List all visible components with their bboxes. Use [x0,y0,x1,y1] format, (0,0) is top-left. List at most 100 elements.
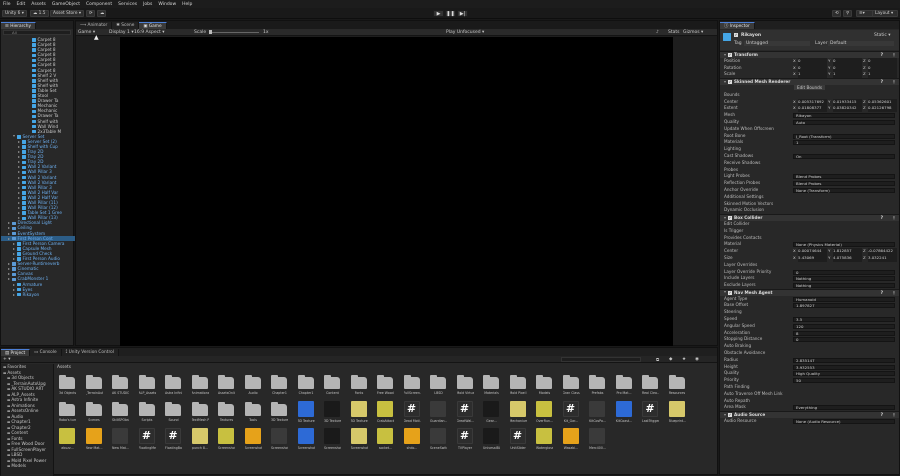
menu-file[interactable]: File [3,2,11,7]
y-value-field[interactable]: 0 [833,64,862,72]
asset-tile[interactable]: Gear... [483,401,500,423]
enabled-checkbox[interactable]: ✓ [728,216,732,221]
scale-slider[interactable] [209,30,259,34]
asset-tile[interactable]: # FloatingBa... [165,428,182,450]
expand-arrow-icon[interactable] [8,237,10,240]
expand-arrow-icon[interactable] [18,186,20,189]
property-value-field[interactable]: J_Root (Transform) [793,133,895,139]
property-value-field[interactable]: 1.897827 [793,303,895,309]
property-value-field[interactable]: Auto [793,119,895,125]
asset-tile[interactable]: Free Wood... [377,374,394,395]
z-value-field[interactable]: 0 [868,64,897,72]
expand-arrow-icon[interactable] [18,212,20,215]
enabled-checkbox[interactable]: ✓ [728,53,732,57]
property-value-field[interactable]: 8 [793,330,895,336]
tab-game[interactable]: ▣ Game [139,22,167,29]
property-value-field[interactable]: None (Audio Resource) [793,419,895,425]
expand-arrow-icon[interactable] [724,80,726,84]
asset-tile[interactable]: Mechanium... [509,401,527,423]
x-value-field[interactable]: 0 [798,64,827,72]
layout-button[interactable]: Layout ▾ [872,10,898,17]
tab-version-control[interactable]: ⟟ Unity Version Control [61,349,119,356]
asset-tile[interactable]: Sound [165,401,182,422]
expand-arrow-icon[interactable] [8,273,10,276]
menu-edit[interactable]: Edit [17,2,26,7]
tab-scene[interactable]: ✱ Scene [112,22,140,29]
hierarchy-search-input[interactable]: All [3,30,71,35]
layer-dropdown[interactable]: Default [828,41,894,46]
asset-tile[interactable]: Audio [244,374,262,395]
play-mode-dropdown[interactable]: Play Unfocused ▾ [446,30,484,35]
expand-arrow-icon[interactable] [724,216,726,220]
transform-header[interactable]: ✓ Transform ⋮? [720,51,899,58]
asset-tile[interactable]: KitCoast... [615,401,633,423]
asset-tile[interactable]: socket... [377,428,394,450]
tab-console[interactable]: ▭ Console [30,349,62,356]
display-number-dropdown[interactable]: Display 1 ▾ [109,30,134,35]
aspect-dropdown[interactable]: 16:9 Aspect ▾ [134,30,165,35]
hierarchy-item[interactable]: Rikayon [1,292,75,297]
play-button[interactable]: ▶ [433,10,444,17]
asset-tile[interactable]: Screenshot... [244,428,262,450]
search-icon[interactable]: ⚲ [843,10,852,17]
property-value-field[interactable]: Nothing [793,276,895,282]
expand-arrow-icon[interactable] [724,291,726,294]
asset-tile[interactable]: Watergloss... [536,428,553,450]
property-value-field[interactable]: None (Transform) [793,187,895,193]
static-toggle[interactable]: Static ▾ [874,33,891,38]
menu-jobs[interactable]: Jobs [143,2,152,7]
asset-tile[interactable]: Wasabi... [562,428,580,450]
asset-tile[interactable]: Textures [218,401,235,422]
expand-arrow-icon[interactable] [18,171,20,174]
asset-tile[interactable]: Scenes [85,401,103,422]
property-value-field[interactable]: Blend Probes [793,181,895,187]
expand-arrow-icon[interactable] [18,202,20,204]
asset-tile[interactable]: Content [324,374,341,395]
expand-arrow-icon[interactable] [18,140,20,143]
project-search-input[interactable] [561,357,641,362]
stats-button[interactable]: Stats [668,30,680,35]
expand-arrow-icon[interactable] [13,135,15,138]
property-value-field[interactable]: 120 [793,323,895,329]
active-checkbox[interactable]: ✓ [734,33,738,37]
expand-arrow-icon[interactable] [13,247,15,250]
asset-tile[interactable]: Pro Mat... [615,374,633,395]
asset-tile[interactable]: punch 8... [191,428,209,450]
asset-tile[interactable]: Robo's turr... [59,401,76,422]
expand-arrow-icon[interactable] [13,293,15,296]
asset-tile[interactable]: FullScreen... [403,374,421,395]
asset-tile[interactable]: 3D Texture [324,401,341,423]
asset-tile[interactable]: 3D Texture [271,401,288,422]
asset-tile[interactable]: Merc400... [589,428,606,450]
property-value-field[interactable]: 50 [793,378,895,384]
asset-tile[interactable]: ALP_Assets [138,374,156,395]
enabled-checkbox[interactable]: ✓ [728,413,732,418]
tab-animator[interactable]: ⟶ Animator [76,22,113,29]
tab-project[interactable]: ▤ Project [1,349,31,356]
nav-mesh-agent-header[interactable]: ✓ Nav Mesh Agent ⋮? [720,288,899,296]
expand-arrow-icon[interactable] [18,151,20,154]
skinned-mesh-renderer-header[interactable]: ✓ Skinned Mesh Renderer ⋮? [720,78,899,85]
asset-tile[interactable]: Screenshot... [324,428,341,450]
asset-tile[interactable]: _TerrainAuto... [85,374,103,395]
expand-arrow-icon[interactable] [13,242,15,245]
property-value-field[interactable]: 0 [793,269,895,275]
menu-services[interactable]: Services [118,2,137,7]
expand-arrow-icon[interactable] [18,176,20,179]
z-value-field[interactable]: 0 [868,57,897,65]
z-value-field[interactable]: 1 [868,71,897,79]
star-icon[interactable]: ★ [682,357,686,362]
asset-tile[interactable]: Astra Infinite [165,374,182,395]
expand-arrow-icon[interactable] [18,191,20,194]
y-value-field[interactable]: 4.075836 [833,254,862,262]
asset-tile[interactable]: Resources [668,374,686,395]
tab-inspector[interactable]: ⓘ Inspector [720,22,755,29]
asset-store-button[interactable]: Asset Store ▾ [50,10,84,17]
project-folder-item[interactable]: ▬Models [1,463,53,469]
cloud-icon[interactable]: ☁ [97,10,106,17]
asset-tile[interactable]: AssetsOnline [218,374,235,395]
asset-tile[interactable]: # Dead Moti... [403,401,421,423]
property-value-field[interactable]: 2.835147 [793,357,895,363]
property-value-field[interactable]: Rikayon [793,113,895,119]
asset-tile[interactable]: UnivesalBla... [483,428,500,450]
